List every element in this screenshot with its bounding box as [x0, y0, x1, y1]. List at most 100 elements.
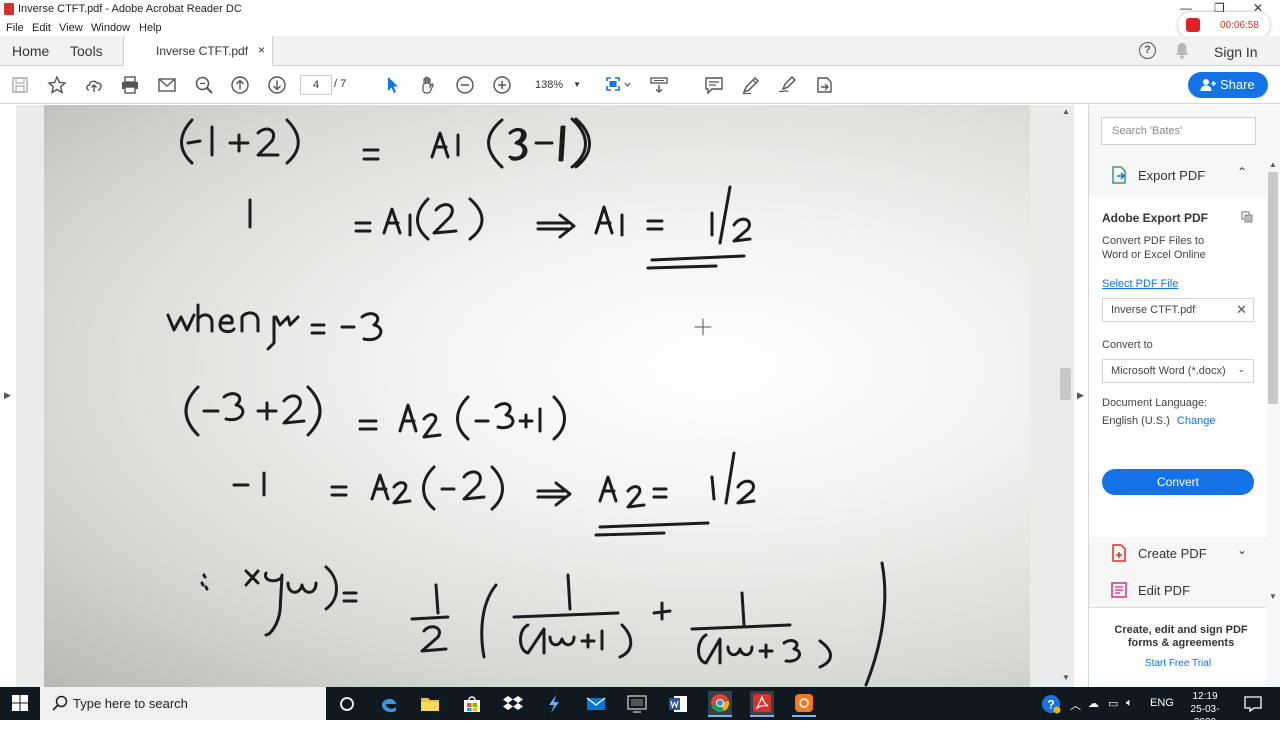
microsoft-store-icon[interactable] — [461, 693, 483, 715]
previous-page-icon[interactable] — [230, 75, 250, 95]
show-hidden-icons-icon[interactable]: ︿ — [1070, 697, 1081, 713]
menu-window[interactable]: Window — [91, 22, 130, 34]
chevron-down-icon[interactable]: ⌄ — [1237, 543, 1247, 557]
highlight-pen-icon[interactable] — [741, 75, 761, 95]
chevron-down-icon: ⌄ — [1237, 364, 1245, 374]
bookmark-star-icon[interactable] — [47, 75, 67, 95]
help-tray-icon[interactable]: ? — [1040, 693, 1062, 715]
menu-file[interactable]: File — [6, 22, 24, 34]
scroll-down-icon[interactable]: ▼ — [1062, 673, 1070, 682]
save-icon[interactable] — [10, 75, 30, 95]
menu-help[interactable]: Help — [139, 22, 162, 34]
mail-icon[interactable] — [585, 693, 607, 715]
zoom-in-icon[interactable] — [492, 75, 512, 95]
document-language-row: English (U.S.) Change — [1102, 415, 1215, 427]
close-tab-icon[interactable]: × — [258, 43, 265, 57]
edge-browser-icon[interactable] — [378, 693, 400, 715]
notification-bell-icon[interactable] — [1174, 42, 1190, 59]
remove-file-icon[interactable]: ✕ — [1236, 302, 1247, 318]
sign-icon[interactable] — [777, 75, 797, 95]
change-language-link[interactable]: Change — [1177, 415, 1216, 427]
zoom-out-icon[interactable] — [455, 75, 475, 95]
cloud-upload-icon[interactable] — [84, 75, 104, 95]
select-cursor-icon[interactable] — [382, 75, 402, 95]
create-pdf-section-header[interactable]: Create PDF ⌄ — [1089, 535, 1267, 571]
taskbar-search-placeholder: Type here to search — [73, 696, 188, 711]
screen-recorder-widget[interactable]: 00:06:58 — [1178, 12, 1270, 38]
convert-format-value: Microsoft Word (*.docx) — [1111, 365, 1226, 377]
screen-recorder-taskbar-icon[interactable] — [792, 691, 816, 717]
scroll-up-icon[interactable]: ▲ — [1062, 107, 1070, 116]
input-language[interactable]: ENG — [1150, 697, 1174, 709]
tab-tools[interactable]: Tools — [70, 43, 103, 59]
zoom-level-value: 138% — [535, 79, 564, 91]
zoom-level-select[interactable]: 138% ▼ — [525, 75, 585, 95]
handwritten-math-content — [166, 117, 887, 687]
onedrive-icon[interactable]: ☁ — [1088, 697, 1099, 710]
taskbar-clock[interactable]: 12:19 25-03-2020 — [1184, 690, 1226, 729]
pdf-page[interactable] — [44, 105, 1030, 687]
edit-pdf-label: Edit PDF — [1138, 583, 1191, 598]
email-icon[interactable] — [157, 75, 177, 95]
select-pdf-file-link[interactable]: Select PDF File — [1102, 278, 1178, 290]
help-icon[interactable]: ? — [1139, 42, 1156, 59]
search-icon — [52, 695, 68, 711]
comment-icon[interactable] — [704, 75, 724, 95]
convert-button[interactable]: Convert — [1102, 469, 1254, 495]
power-automate-icon[interactable] — [543, 693, 565, 715]
find-zoom-icon[interactable] — [194, 75, 214, 95]
menu-bar: File Edit View Window Help — [0, 18, 1280, 36]
share-button[interactable]: Share — [1188, 72, 1268, 98]
right-pane-toggle-rail: ▶ — [1074, 105, 1088, 687]
edit-pdf-icon — [1111, 582, 1127, 598]
copy-icon[interactable] — [1241, 211, 1253, 223]
chrome-icon[interactable] — [708, 691, 732, 717]
hand-tool-icon[interactable] — [418, 75, 438, 95]
start-free-trial-link[interactable]: Start Free Trial — [1089, 658, 1267, 669]
pc-settings-icon[interactable] — [626, 693, 648, 715]
scroll-up-icon[interactable]: ▲ — [1269, 160, 1277, 169]
tools-pane-scrollbar[interactable]: ▲ ▼ — [1266, 160, 1280, 605]
collapse-right-pane-icon[interactable]: ▶ — [1077, 390, 1084, 401]
promo-text: Create, edit and sign PDF forms & agreem… — [1114, 624, 1248, 649]
document-scroll-thumb[interactable] — [1060, 368, 1071, 400]
file-explorer-icon[interactable] — [419, 693, 441, 715]
tab-home[interactable]: Home — [12, 43, 49, 59]
windows-start-icon[interactable] — [12, 695, 28, 711]
tools-pane-scroll-thumb[interactable] — [1268, 172, 1278, 404]
acrobat-app-icon — [4, 3, 14, 15]
export-description: Convert PDF Files to Word or Excel Onlin… — [1102, 235, 1206, 261]
dropbox-icon[interactable] — [502, 693, 524, 715]
notifications-icon[interactable] — [1242, 693, 1264, 715]
convert-format-select[interactable]: Microsoft Word (*.docx) ⌄ — [1102, 359, 1254, 383]
print-icon[interactable] — [120, 75, 140, 95]
bates-search-input[interactable]: Search 'Bates' — [1101, 117, 1256, 145]
scroll-mode-icon[interactable] — [649, 75, 669, 95]
chevron-up-icon[interactable]: ⌃ — [1237, 165, 1247, 179]
record-stop-icon[interactable] — [1186, 18, 1200, 32]
scroll-down-icon[interactable]: ▼ — [1269, 592, 1277, 601]
battery-icon[interactable]: ▭ — [1108, 697, 1118, 710]
taskbar-search-box[interactable]: Type here to search — [40, 687, 326, 720]
fit-page-icon[interactable] — [603, 75, 633, 95]
tab-document[interactable]: Inverse CTFT.pdf × — [123, 36, 273, 67]
selected-file-field[interactable]: Inverse CTFT.pdf ✕ — [1102, 298, 1254, 322]
page-number-input[interactable]: 4 — [300, 75, 332, 95]
acrobat-reader-taskbar-icon[interactable] — [750, 691, 774, 717]
expand-left-pane-icon[interactable]: ▶ — [4, 390, 11, 401]
word-icon[interactable] — [667, 693, 689, 715]
volume-icon[interactable]: 🔈︎ — [1126, 697, 1133, 710]
menu-view[interactable]: View — [59, 22, 83, 34]
convert-to-label: Convert to — [1102, 339, 1153, 351]
sign-in-link[interactable]: Sign In — [1214, 44, 1258, 60]
edit-pdf-section-header[interactable]: Edit PDF — [1089, 572, 1267, 608]
cortana-icon[interactable] — [336, 693, 358, 715]
menu-edit[interactable]: Edit — [32, 22, 51, 34]
document-language-label: Document Language: — [1102, 397, 1208, 409]
next-page-icon[interactable] — [267, 75, 287, 95]
export-pdf-section-header[interactable]: Export PDF ⌃ — [1089, 157, 1267, 193]
left-navigation-rail: ▶ — [0, 105, 16, 687]
tab-bar: Home Tools Inverse CTFT.pdf × ? Sign In — [0, 36, 1280, 67]
more-tools-icon[interactable] — [814, 75, 834, 95]
document-vertical-scrollbar[interactable]: ▲ ▼ — [1058, 105, 1074, 687]
